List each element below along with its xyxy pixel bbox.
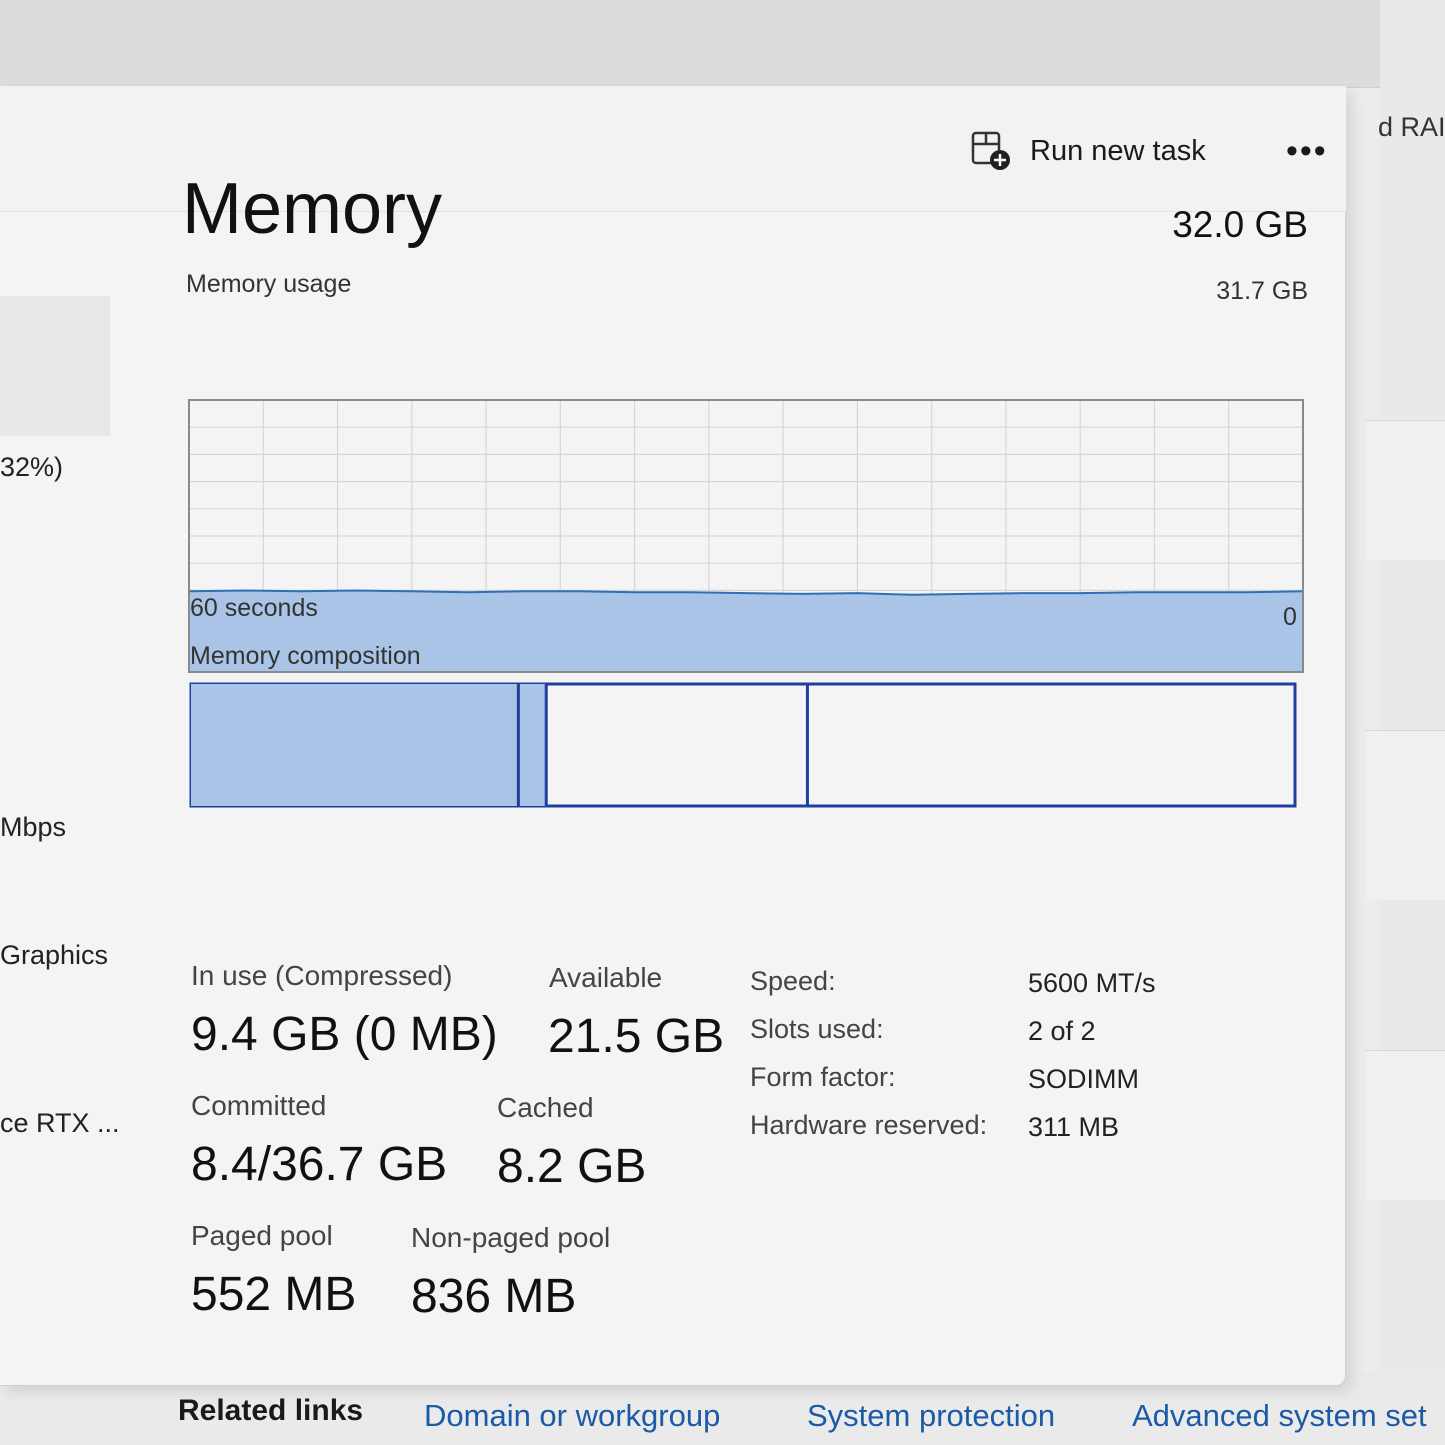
non-paged-pool-value: 836 MB [411, 1270, 577, 1323]
slots-used-value: 2 of 2 [1028, 1016, 1096, 1046]
composition-in-use [191, 684, 519, 806]
in-use-value: 9.4 GB (0 MB) [191, 1008, 498, 1061]
speed-label: Speed: [750, 966, 836, 996]
memory-usage-max: 31.7 GB [1216, 277, 1308, 305]
graph-axis-left: 60 seconds [190, 594, 318, 622]
memory-composition-label: Memory composition [190, 642, 421, 670]
link-domain-workgroup[interactable]: Domain or workgroup [424, 1398, 720, 1434]
page-title: Memory [182, 169, 443, 249]
memory-usage-graph [188, 399, 1304, 673]
cached-value: 8.2 GB [497, 1140, 647, 1193]
background-card [1366, 730, 1445, 900]
hardware-reserved-label: Hardware reserved: [750, 1110, 988, 1140]
run-new-task-label: Run new task [1030, 134, 1206, 167]
paged-pool-value: 552 MB [191, 1268, 357, 1321]
link-advanced-system-settings[interactable]: Advanced system set [1132, 1398, 1427, 1434]
run-task-icon [971, 131, 1010, 170]
run-new-task-button[interactable]: Run new task [970, 130, 1206, 172]
related-links-label: Related links [178, 1394, 364, 1427]
background-card [1366, 420, 1445, 560]
slots-used-label: Slots used: [750, 1014, 884, 1044]
sidebar-item-gpu-rtx[interactable]: ce RTX ... [0, 1108, 120, 1139]
sidebar-item-network[interactable]: Mbps [0, 812, 66, 843]
paged-pool-label: Paged pool [191, 1220, 333, 1251]
sidebar-item-memory-selected[interactable] [0, 296, 110, 436]
sidebar-item-memory-percent: 32%) [0, 452, 64, 482]
available-value: 21.5 GB [548, 1010, 725, 1063]
committed-label: Committed [191, 1090, 327, 1121]
background-card [1366, 1050, 1445, 1200]
background-right-column [1380, 0, 1445, 1445]
committed-value: 8.4/36.7 GB [191, 1138, 448, 1191]
graph-axis-right: 0 [1283, 603, 1297, 631]
memory-usage-label: Memory usage [186, 270, 352, 298]
non-paged-pool-label: Non-paged pool [411, 1222, 611, 1253]
speed-value: 5600 MT/s [1028, 968, 1156, 998]
more-options-button[interactable]: ••• [1286, 132, 1328, 171]
memory-composition-bar [189, 682, 1297, 808]
available-label: Available [549, 962, 663, 993]
sidebar-item-gpu-integrated[interactable]: Graphics [0, 940, 108, 971]
in-use-label: In use (Compressed) [191, 960, 453, 991]
composition-modified [518, 684, 547, 806]
background-ram-text: d RAI [1378, 112, 1445, 142]
cached-label: Cached [497, 1092, 594, 1123]
form-factor-value: SODIMM [1028, 1064, 1139, 1094]
total-memory: 32.0 GB [1172, 204, 1308, 245]
link-system-protection[interactable]: System protection [807, 1398, 1055, 1434]
hardware-reserved-value: 311 MB [1028, 1112, 1120, 1142]
form-factor-label: Form factor: [750, 1062, 896, 1092]
background-title-strip [0, 0, 1380, 88]
